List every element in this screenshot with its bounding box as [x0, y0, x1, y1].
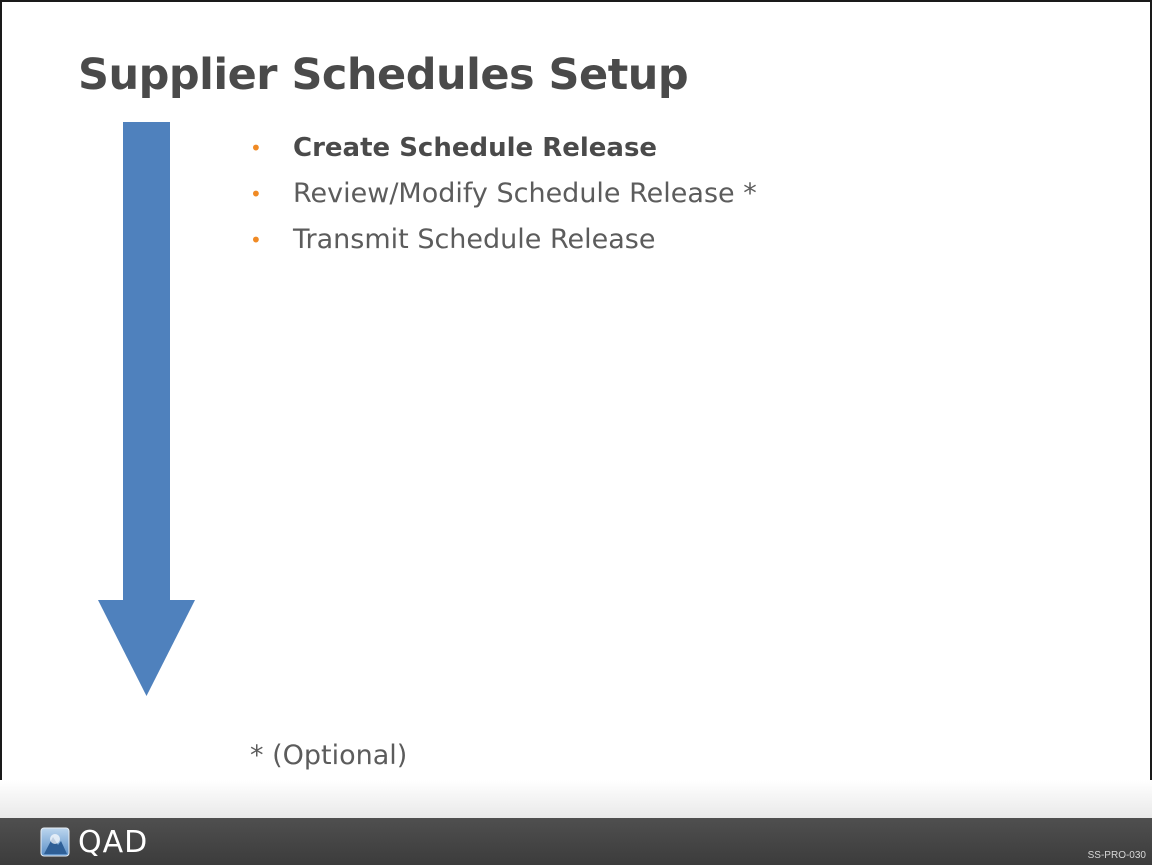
bullet-marker: • — [250, 182, 262, 206]
down-arrow-icon — [98, 122, 195, 696]
footer-fade — [0, 780, 1152, 818]
arrow-shaft — [123, 122, 170, 600]
qad-logo: QAD — [40, 824, 149, 860]
footer-bar: QAD SS-PRO-030 — [0, 818, 1152, 865]
slide: Supplier Schedules Setup • Create Schedu… — [0, 0, 1152, 865]
logo-text: QAD — [78, 824, 149, 860]
footnote: * (Optional) — [250, 740, 408, 771]
arrow-head — [98, 600, 195, 696]
qad-logo-icon — [40, 827, 70, 857]
bullet-marker: • — [250, 228, 262, 252]
bullet-text: Create Schedule Release — [293, 133, 658, 163]
bullet-marker: • — [250, 136, 262, 160]
bullet-text: Review/Modify Schedule Release * — [293, 178, 757, 209]
slide-title: Supplier Schedules Setup — [78, 50, 689, 100]
slide-code: SS-PRO-030 — [1087, 850, 1146, 861]
bullet-text: Transmit Schedule Release — [293, 224, 656, 255]
